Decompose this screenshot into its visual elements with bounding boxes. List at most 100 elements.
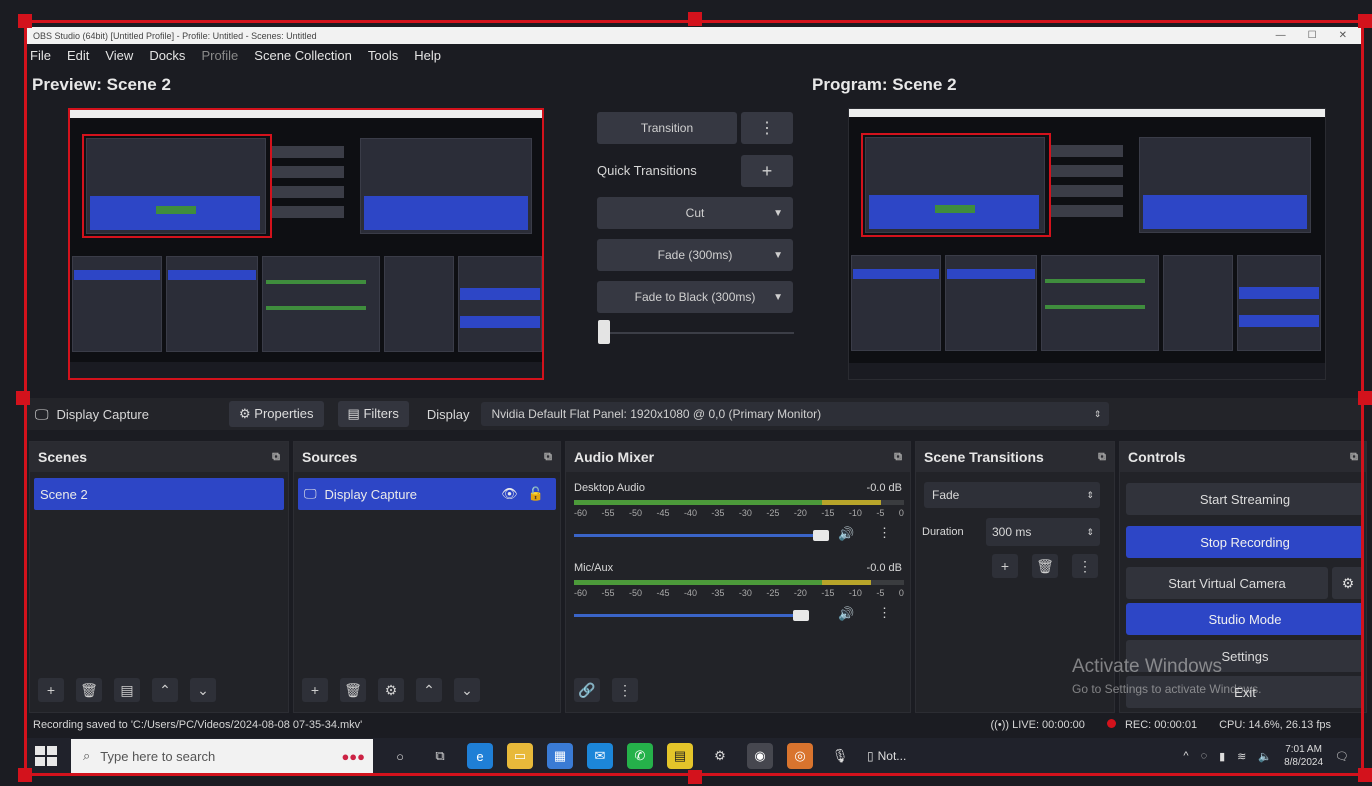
speaker-icon[interactable]: 🔊 <box>838 606 854 622</box>
volume-icon[interactable]: 🔈 <box>1258 750 1272 763</box>
settings-icon[interactable]: ⚙ <box>707 743 733 769</box>
windows-taskbar: ⌕ Type here to search ●●● ○ ⧉ e ▭ ▦ ✉ ✆ … <box>27 738 1361 774</box>
remove-source-button[interactable]: 🗑 <box>340 678 366 702</box>
filters-button[interactable]: ▤ Filters <box>337 401 409 427</box>
properties-button[interactable]: ⚙ Properties <box>229 401 324 427</box>
move-source-up-button[interactable]: ⌃ <box>416 678 442 702</box>
menu-file[interactable]: File <box>30 48 51 68</box>
undock-icon[interactable]: ⧉ <box>544 451 552 464</box>
undock-icon[interactable]: ⧉ <box>272 451 280 464</box>
more-icon[interactable]: ⋮ <box>878 525 891 541</box>
resize-handle-bottom-left[interactable] <box>18 768 32 782</box>
edge-icon[interactable]: e <box>467 743 493 769</box>
desktop-audio-volume-knob[interactable] <box>812 530 829 541</box>
resize-handle-bottom-right[interactable] <box>1358 768 1372 782</box>
add-quick-transition-button[interactable]: + <box>741 155 793 187</box>
speaker-icon[interactable]: 🔊 <box>838 526 854 542</box>
source-item[interactable]: 🖵 Display Capture 👁 🔓 <box>298 478 556 510</box>
program-heading: Program: Scene 2 <box>812 75 957 94</box>
virtual-camera-settings-button[interactable]: ⚙ <box>1332 567 1364 599</box>
link-icon[interactable]: 🔗 <box>574 678 600 702</box>
remove-scene-button[interactable]: 🗑 <box>76 678 102 702</box>
move-scene-up-button[interactable]: ⌃ <box>152 678 178 702</box>
scene-transitions-title: Scene Transitions <box>924 449 1044 465</box>
store-icon[interactable]: ▦ <box>547 743 573 769</box>
remove-transition-button[interactable]: 🗑 <box>1032 554 1058 578</box>
undock-icon[interactable]: ⧉ <box>894 451 902 464</box>
minimize-button[interactable]: — <box>1276 30 1286 41</box>
scene-filters-button[interactable]: ▤ <box>114 678 140 702</box>
desktop-audio-meter-green <box>574 500 822 505</box>
start-virtual-camera-button[interactable]: Start Virtual Camera <box>1126 567 1328 599</box>
undock-icon[interactable]: ⧉ <box>1098 451 1106 464</box>
maximize-button[interactable]: ☐ <box>1308 30 1317 41</box>
start-streaming-button[interactable]: Start Streaming <box>1126 483 1364 515</box>
chrome-icon[interactable]: ◎ <box>787 743 813 769</box>
battery-icon[interactable]: ▮ <box>1219 750 1225 763</box>
wifi-icon[interactable]: ≋ <box>1237 750 1246 763</box>
quick-transition-cut[interactable]: Cut ▼ <box>597 197 793 229</box>
transition-button[interactable]: Transition <box>597 112 737 144</box>
more-icon[interactable]: ⋮ <box>1072 554 1098 578</box>
transition-more-button[interactable]: ⋮ <box>741 112 793 144</box>
eye-icon[interactable]: 👁 <box>501 486 518 502</box>
menu-tools[interactable]: Tools <box>368 48 398 68</box>
move-scene-down-button[interactable]: ⌄ <box>190 678 216 702</box>
t-bar-handle[interactable] <box>598 320 610 344</box>
resize-handle-top-right[interactable] <box>1358 14 1372 28</box>
studio-mode-button[interactable]: Studio Mode <box>1126 603 1364 635</box>
quick-transition-fade[interactable]: Fade (300ms) ▼ <box>597 239 793 271</box>
resize-handle-left[interactable] <box>16 391 30 405</box>
transition-select[interactable]: Fade ⇕ <box>924 482 1100 508</box>
mic-aux-volume-slider[interactable] <box>574 610 809 621</box>
menu-profile[interactable]: Profile <box>201 48 238 68</box>
microphone-icon[interactable]: 🎙 <box>827 743 853 769</box>
cortana-icon[interactable]: ○ <box>387 743 413 769</box>
sticky-notes-icon[interactable]: ▤ <box>667 743 693 769</box>
menu-docks[interactable]: Docks <box>149 48 185 68</box>
broadcast-icon: ((•)) <box>990 719 1010 731</box>
quick-transition-fade-black[interactable]: Fade to Black (300ms) ▼ <box>597 281 793 313</box>
menu-edit[interactable]: Edit <box>67 48 89 68</box>
stepper-icon[interactable]: ⇕ <box>1086 527 1094 538</box>
add-source-button[interactable]: + <box>302 678 328 702</box>
notifications-icon[interactable]: 🗨 <box>1335 750 1349 763</box>
windows-start-icon[interactable] <box>35 746 57 766</box>
taskbar-search[interactable]: ⌕ Type here to search ●●● <box>71 739 373 773</box>
add-transition-button[interactable]: + <box>992 554 1018 578</box>
mic-aux-volume-knob[interactable] <box>793 610 809 621</box>
lock-icon[interactable]: 🔓 <box>528 486 544 502</box>
menu-view[interactable]: View <box>105 48 133 68</box>
move-source-down-button[interactable]: ⌄ <box>454 678 480 702</box>
preview-thumb-blue-2 <box>364 196 528 230</box>
display-select[interactable]: Nvidia Default Flat Panel: 1920x1080 @ 0… <box>481 402 1110 426</box>
live-status: ((•)) LIVE: 00:00:00 <box>991 719 1085 731</box>
notepad-taskbar-item[interactable]: ▯ Not... <box>867 743 906 769</box>
network-icon[interactable]: ◌ <box>1201 750 1208 762</box>
add-scene-button[interactable]: + <box>38 678 64 702</box>
resize-handle-top[interactable] <box>688 12 702 26</box>
close-button[interactable]: ✕ <box>1339 30 1347 41</box>
undock-icon[interactable]: ⧉ <box>1350 451 1358 464</box>
program-thumb-source-item <box>947 269 1035 279</box>
whatsapp-icon[interactable]: ✆ <box>627 743 653 769</box>
chevron-up-icon[interactable]: ^ <box>1183 750 1188 762</box>
clock[interactable]: 7:01 AM 8/8/2024 <box>1284 743 1323 769</box>
menu-scene-collection[interactable]: Scene Collection <box>254 48 352 68</box>
stop-recording-button[interactable]: Stop Recording <box>1126 526 1364 558</box>
file-explorer-icon[interactable]: ▭ <box>507 743 533 769</box>
obs-icon[interactable]: ◉ <box>747 743 773 769</box>
scene-item[interactable]: Scene 2 <box>34 478 284 510</box>
resize-handle-bottom[interactable] <box>688 770 702 784</box>
desktop-audio-volume-slider[interactable] <box>574 530 829 541</box>
resize-handle-top-left[interactable] <box>18 14 32 28</box>
mail-icon[interactable]: ✉ <box>587 743 613 769</box>
source-properties-button[interactable]: ⚙ <box>378 678 404 702</box>
more-icon[interactable]: ⋮ <box>612 678 638 702</box>
duration-input[interactable]: 300 ms ⇕ <box>986 518 1100 546</box>
task-view-icon[interactable]: ⧉ <box>427 743 453 769</box>
menu-help[interactable]: Help <box>414 48 441 68</box>
resize-handle-right[interactable] <box>1358 391 1372 405</box>
preview-canvas[interactable] <box>68 108 544 380</box>
more-icon[interactable]: ⋮ <box>878 605 891 621</box>
